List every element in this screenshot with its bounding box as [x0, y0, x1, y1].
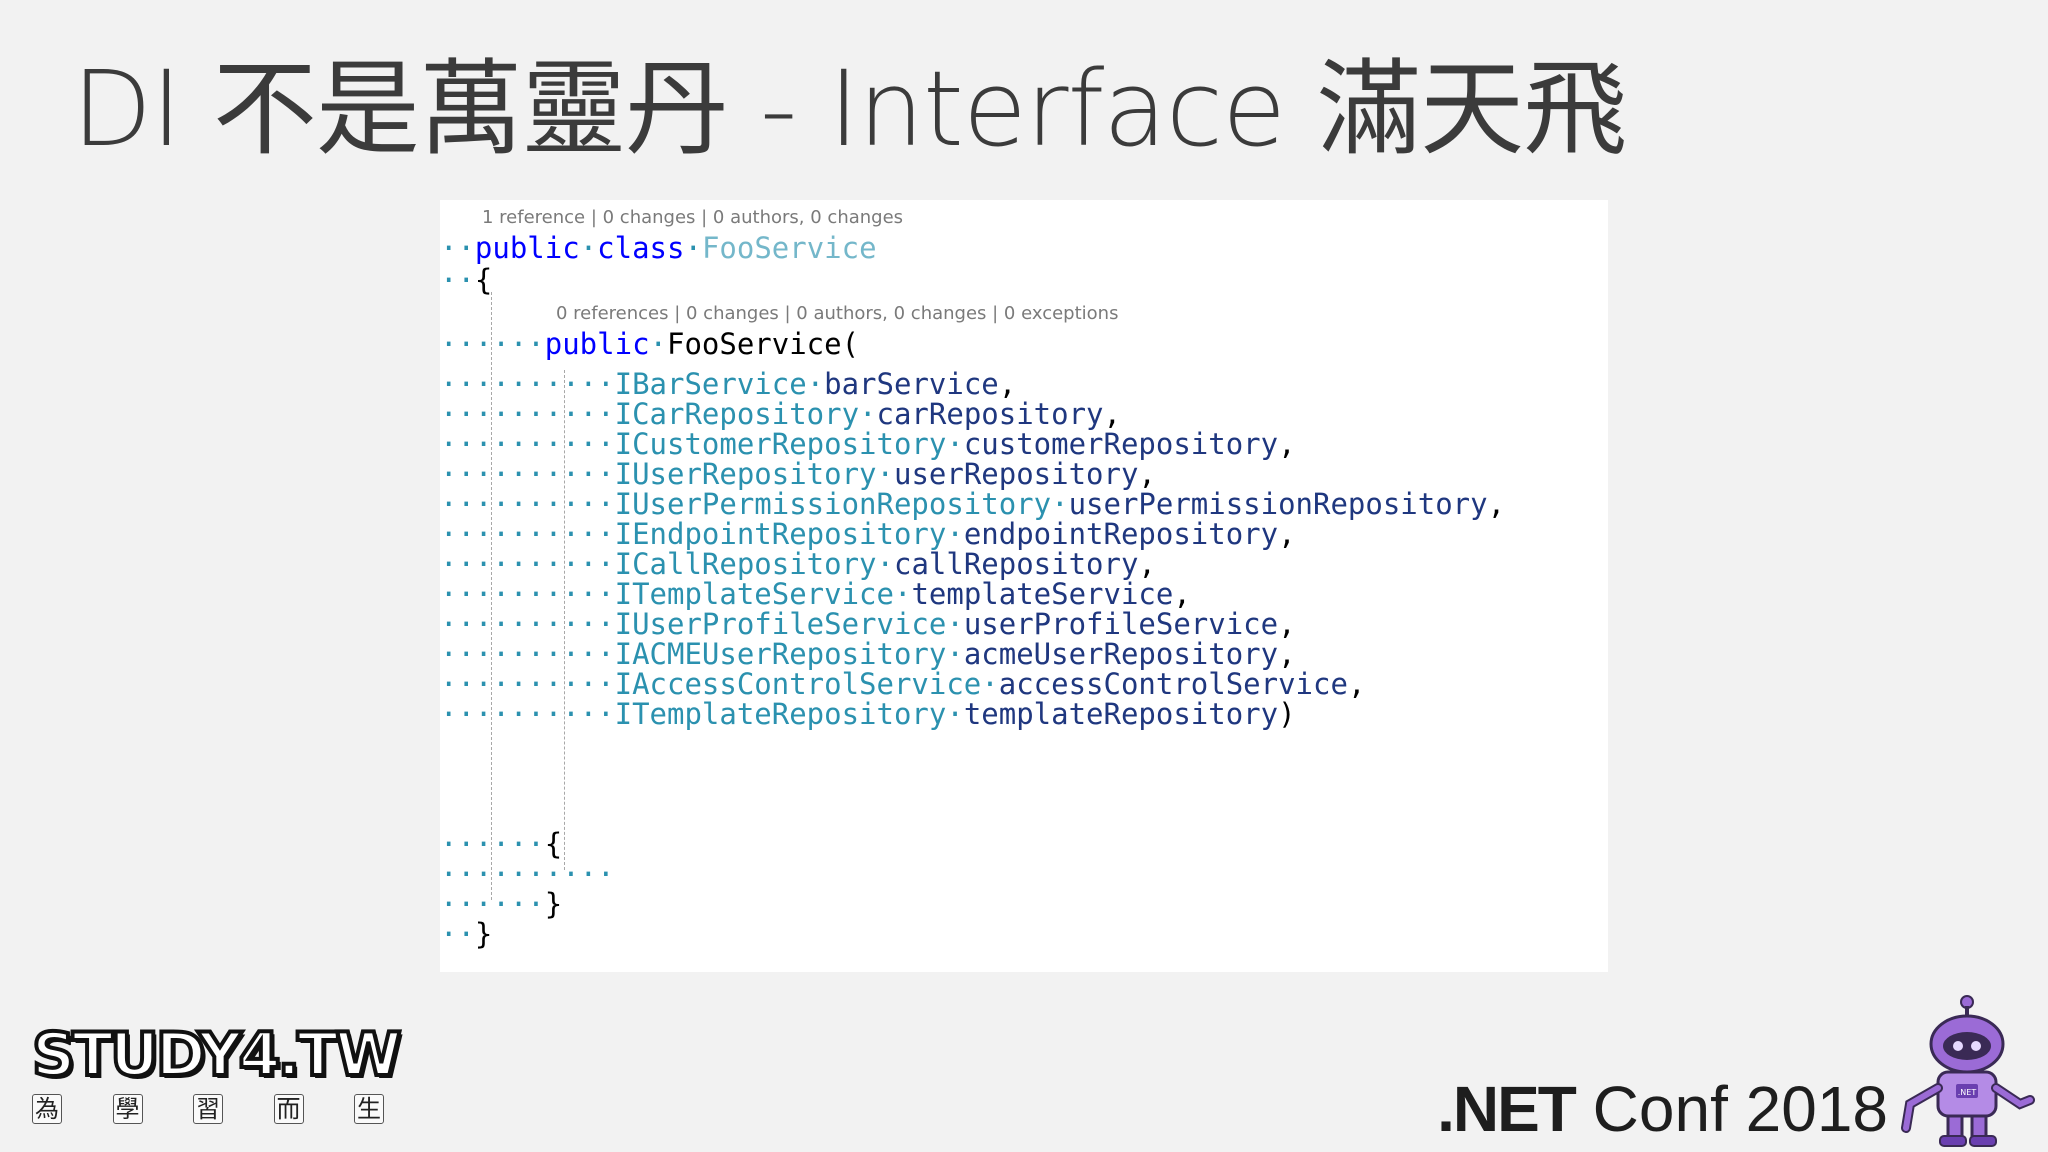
brace: }	[474, 917, 493, 951]
whitespace-dots: ··	[440, 231, 475, 265]
punctuation: ,	[1278, 427, 1296, 461]
keyword-class: class	[597, 231, 685, 265]
codelens-class[interactable]: 1 reference | 0 changes | 0 authors, 0 c…	[482, 206, 903, 230]
whitespace-dots: ··········	[440, 697, 615, 731]
tagline-char: 學	[112, 1094, 143, 1124]
tagline-char: 而	[273, 1094, 304, 1124]
whitespace-dot: ·	[946, 697, 964, 731]
whitespace-dots: ··	[440, 263, 475, 297]
parameter-type: ITemplateRepository	[614, 697, 947, 731]
tagline-char: 生	[354, 1094, 384, 1124]
whitespace-dot: ·	[684, 231, 702, 265]
dotnet-brand: .NET	[1437, 1073, 1577, 1145]
whitespace-dot: ·	[579, 231, 598, 265]
constructor-name: FooService(	[667, 327, 860, 361]
tagline-char: 習	[193, 1094, 223, 1124]
punctuation: ,	[1487, 487, 1506, 521]
code-editor-screenshot: 1 reference | 0 changes | 0 authors, 0 c…	[440, 200, 1608, 972]
punctuation: )	[1278, 697, 1296, 731]
slide-title: DI 不是萬靈丹 - Interface 滿天飛	[72, 48, 1627, 170]
class-name: FooService	[701, 231, 877, 265]
constructor-declaration-line: ······public·FooService(	[440, 326, 859, 362]
whitespace-dots: ······	[440, 327, 545, 361]
open-brace-line: ··{	[440, 262, 492, 298]
whitespace-dot: ·	[649, 327, 667, 361]
codelens-constructor[interactable]: 0 references | 0 changes | 0 authors, 0 …	[556, 302, 1118, 326]
keyword-public: public	[544, 327, 650, 361]
close-brace-line: ··}	[440, 916, 492, 952]
study4-tagline: 為 學 習 而 生	[32, 1094, 384, 1124]
keyword-public: public	[474, 231, 580, 265]
dotnet-conf-logo-text: .NET Conf 2018	[1437, 1072, 1888, 1146]
punctuation: ,	[1278, 517, 1296, 551]
punctuation: ,	[1347, 667, 1366, 701]
parameter-name: templateRepository	[963, 697, 1279, 731]
tagline-char: 為	[32, 1094, 62, 1124]
dotnet-bot-mascot-icon: .NET	[1901, 995, 2035, 1147]
class-declaration-line: ··public·class·FooService	[440, 230, 877, 266]
study4-logo: STUDY4.TW 為 學 習 而 生	[30, 1018, 403, 1140]
mascot-badge-text: .NET	[1958, 1088, 1977, 1097]
parameter-line: ··········ITemplateRepository·templateRe…	[440, 696, 1296, 732]
brace: {	[474, 263, 493, 297]
whitespace-dots: ··	[440, 917, 475, 951]
conf-year: Conf 2018	[1574, 1073, 1888, 1145]
study4-logo-text: STUDY4.TW	[30, 1018, 403, 1092]
brace: }	[544, 887, 563, 921]
